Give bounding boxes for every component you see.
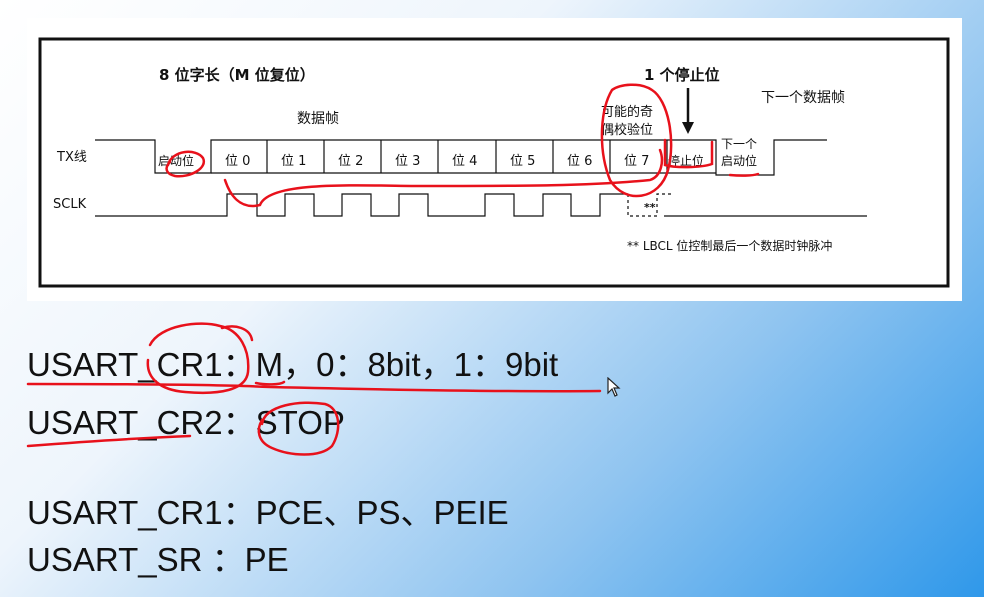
sclk-waveform [95, 193, 628, 217]
register-line-cr2-stop: USART_CR2：STOP [27, 404, 345, 441]
timing-diagram-card: 8 位字长（M 位复位） 数据帧 1 个停止位 下一个数据帧 可能的奇 偶校验位… [27, 18, 962, 301]
data-frame-label: 数据帧 [297, 111, 339, 127]
bit-label-0: 位 0 [225, 154, 250, 169]
stop-bit-label: 停止位 [668, 153, 704, 168]
next-frame-label: 下一个数据帧 [761, 90, 845, 106]
bit-label-4: 位 4 [452, 154, 477, 169]
cr1-underline [26, 382, 602, 393]
lbcl-footnote: ** LBCL 位控制最后一个数据时钟脉冲 [627, 238, 832, 253]
usart-frame-timing-diagram: 8 位字长（M 位复位） 数据帧 1 个停止位 下一个数据帧 可能的奇 偶校验位… [38, 37, 950, 288]
word-length-title: 8 位字长（M 位复位） [159, 66, 315, 84]
register-line-cr1-m: USART_CR1：M，0：8bit，1：9bit [27, 346, 559, 383]
stop-bit-arrow-head [682, 122, 694, 134]
bit-label-2: 位 2 [338, 154, 363, 169]
bit-label-6: 位 6 [567, 154, 592, 169]
lbcl-stars: ** [644, 201, 656, 214]
bit-labels: 位 0 位 1 位 2 位 3 位 4 位 5 位 6 位 7 [225, 154, 649, 169]
parity-label-line2: 偶校验位 [601, 122, 653, 138]
bit-label-5: 位 5 [510, 154, 535, 169]
stop-bit-title: 1 个停止位 [644, 66, 720, 84]
mouse-pointer-icon [607, 377, 621, 397]
cr1-circle-tail [220, 325, 254, 342]
bit-label-3: 位 3 [395, 154, 420, 169]
next-start-line1: 下一个 [721, 137, 757, 151]
parity-label-line1: 可能的奇 [601, 104, 653, 120]
tx-line-label: TX线 [56, 150, 87, 165]
next-start-line2: 启动位 [721, 153, 757, 168]
bit-label-7: 位 7 [624, 154, 649, 169]
bit-label-1: 位 1 [281, 154, 306, 169]
start-bit-label: 启动位 [158, 153, 194, 168]
sclk-label: SCLK [53, 197, 87, 212]
register-line-sr-pe: USART_SR ：PE [27, 541, 289, 578]
register-line-cr1-parity: USART_CR1：PCE、PS、PEIE [27, 494, 509, 531]
